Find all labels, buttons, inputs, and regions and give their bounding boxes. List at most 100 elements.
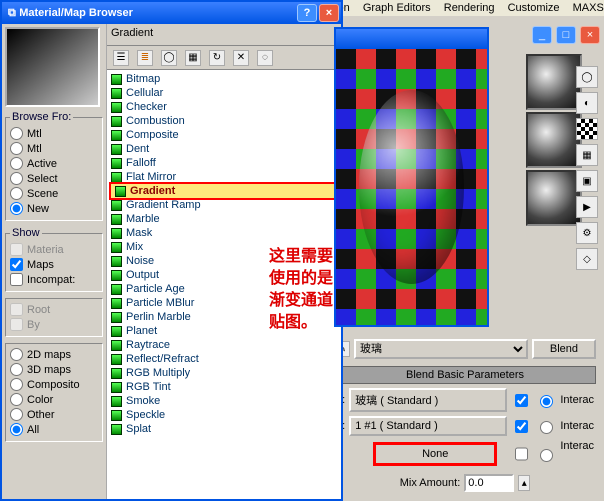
video-check-icon[interactable]: ▣: [576, 170, 598, 192]
map-list-item[interactable]: Raytrace: [111, 338, 337, 352]
map-list-item[interactable]: Flat Mirror: [111, 170, 337, 184]
material-slot-button[interactable]: 1 #1 ( Standard ): [349, 416, 507, 436]
make-preview-icon[interactable]: ▶: [576, 196, 598, 218]
browse-option[interactable]: Select: [10, 171, 98, 186]
map-label: Combustion: [126, 115, 185, 127]
map-list-item[interactable]: Speckle: [111, 408, 337, 422]
window-title: Material/Map Browser: [19, 7, 133, 19]
row-interactive-radio[interactable]: [540, 443, 553, 468]
map-list-item[interactable]: RGB Multiply: [111, 366, 337, 380]
view-sphere-icon[interactable]: ◯: [161, 50, 177, 66]
view-list-icon[interactable]: ☰: [113, 50, 129, 66]
map-list-item[interactable]: RGB Tint: [111, 380, 337, 394]
mix-amount-input[interactable]: 0.0: [464, 474, 514, 492]
material-name-dropdown[interactable]: 玻璃: [354, 339, 528, 359]
map-list-item[interactable]: Checker: [111, 100, 337, 114]
preview-titlebar[interactable]: [336, 29, 487, 49]
map-icon: [111, 396, 122, 407]
row-enable-checkbox[interactable]: [515, 420, 528, 433]
map-list-item[interactable]: Reflect/Refract: [111, 352, 337, 366]
map-label: Output: [126, 269, 159, 281]
sample-sphere[interactable]: [526, 112, 582, 168]
map-icon: [115, 186, 126, 197]
map-icon: [111, 158, 122, 169]
minimize-button[interactable]: _: [532, 26, 552, 44]
category-option[interactable]: 3D maps: [10, 362, 98, 377]
category-group: 2D maps 3D maps Composito Color Other Al…: [5, 343, 103, 442]
material-slot-button[interactable]: 玻璃 ( Standard ): [349, 388, 507, 412]
maximize-button[interactable]: □: [556, 26, 576, 44]
show-option[interactable]: Maps: [10, 257, 98, 272]
map-label: Raytrace: [126, 339, 170, 351]
sample-uv-icon[interactable]: ▦: [576, 144, 598, 166]
map-list-item[interactable]: Gradient Ramp: [111, 198, 337, 212]
browse-option[interactable]: Active: [10, 156, 98, 171]
map-label: Falloff: [126, 157, 156, 169]
row-interactive-radio[interactable]: [540, 395, 553, 408]
titlebar[interactable]: ⧉ Material/Map Browser ? ×: [2, 2, 341, 24]
backlight-icon[interactable]: ◐: [576, 92, 598, 114]
map-list-item[interactable]: Cellular: [111, 86, 337, 100]
row-enable-checkbox[interactable]: [515, 394, 528, 407]
sample-sphere[interactable]: [526, 54, 582, 110]
close-button[interactable]: ×: [580, 26, 600, 44]
row-interactive-radio[interactable]: [540, 421, 553, 434]
spinner-icon[interactable]: ▴: [518, 475, 530, 491]
map-list-item[interactable]: Gradient: [111, 184, 337, 198]
browse-option[interactable]: New: [10, 201, 98, 216]
category-option[interactable]: All: [10, 422, 98, 437]
map-icon: [111, 270, 122, 281]
update-icon[interactable]: ↻: [209, 50, 225, 66]
preview-thumbnail: [5, 27, 100, 107]
browse-option[interactable]: Mtl: [10, 126, 98, 141]
map-icon: [111, 298, 122, 309]
mask-none-button[interactable]: None: [373, 442, 497, 466]
show-option[interactable]: Incompat:: [10, 272, 98, 287]
category-option[interactable]: Color: [10, 392, 98, 407]
clear-icon[interactable]: ◌: [257, 50, 273, 66]
preview-sphere: [336, 49, 487, 325]
help-button[interactable]: ?: [297, 4, 317, 22]
map-label: Particle Age: [126, 283, 185, 295]
sample-sphere[interactable]: [526, 170, 582, 226]
view-large-icon[interactable]: ▦: [185, 50, 201, 66]
map-list-item[interactable]: Falloff: [111, 156, 337, 170]
category-option[interactable]: 2D maps: [10, 347, 98, 362]
close-button[interactable]: ×: [319, 4, 339, 22]
browse-option[interactable]: Mtl: [10, 141, 98, 156]
main-menu[interactable]: tion Graph Editors Rendering Customize M…: [326, 0, 604, 16]
map-label: RGB Tint: [126, 381, 171, 393]
category-option[interactable]: Composito: [10, 377, 98, 392]
browse-option[interactable]: Scene: [10, 186, 98, 201]
map-list-item[interactable]: Combustion: [111, 114, 337, 128]
delete-icon[interactable]: ✕: [233, 50, 249, 66]
map-list-item[interactable]: Dent: [111, 142, 337, 156]
map-list-item[interactable]: Bitmap: [111, 72, 337, 86]
row-enable-checkbox[interactable]: [515, 443, 528, 465]
map-label: Mask: [126, 227, 152, 239]
map-list-item[interactable]: Smoke: [111, 394, 337, 408]
options-icon[interactable]: ⚙: [576, 222, 598, 244]
map-list-item[interactable]: Composite: [111, 128, 337, 142]
view-list-small-icon[interactable]: ≣: [137, 50, 153, 66]
show-option[interactable]: Materia: [10, 242, 98, 257]
map-list-item[interactable]: Mask: [111, 226, 337, 240]
magnified-sample-window[interactable]: [334, 27, 489, 327]
blend-row-1: 1: 玻璃 ( Standard ) Interac: [326, 386, 604, 414]
map-icon: [111, 284, 122, 295]
show-group: Show Materia Maps Incompat:: [5, 227, 103, 292]
by-option: By: [10, 317, 98, 332]
map-list-item[interactable]: Splat: [111, 422, 337, 436]
sample-type-icon[interactable]: ◯: [576, 66, 598, 88]
material-type-button[interactable]: Blend: [532, 339, 596, 359]
map-icon: [111, 368, 122, 379]
category-option[interactable]: Other: [10, 407, 98, 422]
background-icon[interactable]: [576, 118, 598, 140]
material-effects-icon[interactable]: ◇: [576, 248, 598, 270]
map-name-field[interactable]: Gradient: [107, 24, 341, 46]
map-icon: [111, 312, 122, 323]
map-icon: [111, 424, 122, 435]
map-label: Smoke: [126, 395, 160, 407]
rollout-header[interactable]: Blend Basic Parameters: [334, 366, 596, 384]
map-list-item[interactable]: Marble: [111, 212, 337, 226]
